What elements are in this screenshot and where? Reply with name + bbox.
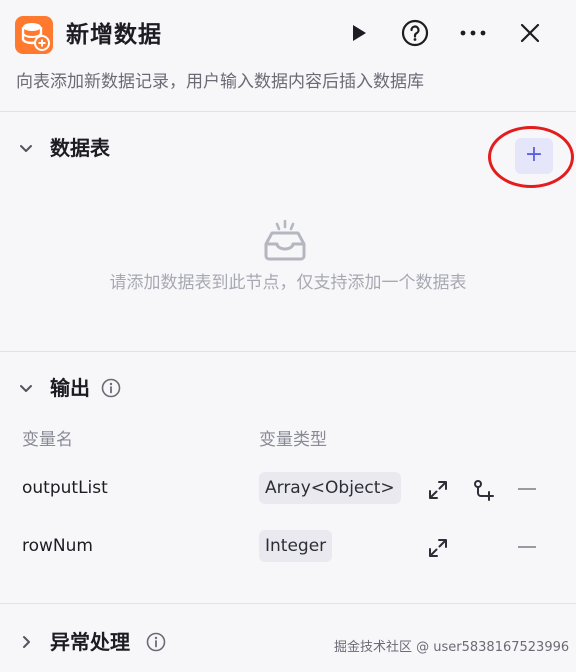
expand-icon[interactable] (426, 478, 450, 502)
output-variable-type: Array<Object> (259, 472, 401, 504)
data-table-section-header: 数据表 (0, 130, 576, 170)
output-section-title: 输出 (50, 376, 90, 400)
panel-header: 新增数据 向表添加新数据记录，用户输入数据内容后插入数据库 (0, 0, 576, 112)
page-title: 新增数据 (66, 22, 162, 48)
node-description: 向表添加新数据记录，用户输入数据内容后插入数据库 (16, 72, 424, 92)
data-table-section: 数据表 + 请添加数据表到此节点，仅支持添加一个数据表 (0, 112, 576, 352)
help-icon (401, 19, 429, 47)
close-icon (520, 23, 540, 43)
node-config-panel: 新增数据 向表添加新数据记录，用户输入数据内容后插入数据库 数据表 + 请添加数… (0, 0, 576, 672)
more-button[interactable] (457, 17, 489, 49)
watermark: 掘金技术社区 @ user5838167523996 (334, 640, 570, 655)
expand-icon[interactable] (426, 536, 450, 560)
remove-row-button[interactable] (518, 546, 536, 548)
chevron-right-icon[interactable] (16, 632, 36, 652)
output-section: 输出 变量名 变量类型 outputList Array<Object> row… (0, 352, 576, 604)
empty-inbox-icon (264, 219, 306, 261)
output-section-header: 输出 (0, 370, 576, 410)
play-icon (353, 25, 366, 41)
chevron-down-icon[interactable] (16, 138, 36, 158)
data-table-section-title: 数据表 (50, 136, 110, 160)
add-data-table-button[interactable]: + (515, 138, 553, 174)
empty-state-text: 请添加数据表到此节点，仅支持添加一个数据表 (109, 273, 467, 293)
chevron-down-icon[interactable] (16, 378, 36, 398)
run-button[interactable] (342, 17, 374, 49)
close-button[interactable] (514, 17, 546, 49)
column-header-type: 变量类型 (259, 430, 327, 450)
error-handling-section-title: 异常处理 (50, 630, 130, 654)
info-icon[interactable] (101, 378, 121, 398)
more-icon (460, 30, 486, 36)
output-variable-name: rowNum (22, 536, 93, 556)
output-variable-type: Integer (259, 530, 333, 562)
output-variable-name: outputList (22, 478, 108, 498)
info-icon[interactable] (146, 632, 166, 652)
help-button[interactable] (399, 17, 431, 49)
database-add-icon (15, 16, 53, 54)
column-header-name: 变量名 (22, 430, 73, 450)
remove-row-button[interactable] (518, 488, 536, 490)
add-child-variable-icon[interactable] (471, 478, 495, 502)
